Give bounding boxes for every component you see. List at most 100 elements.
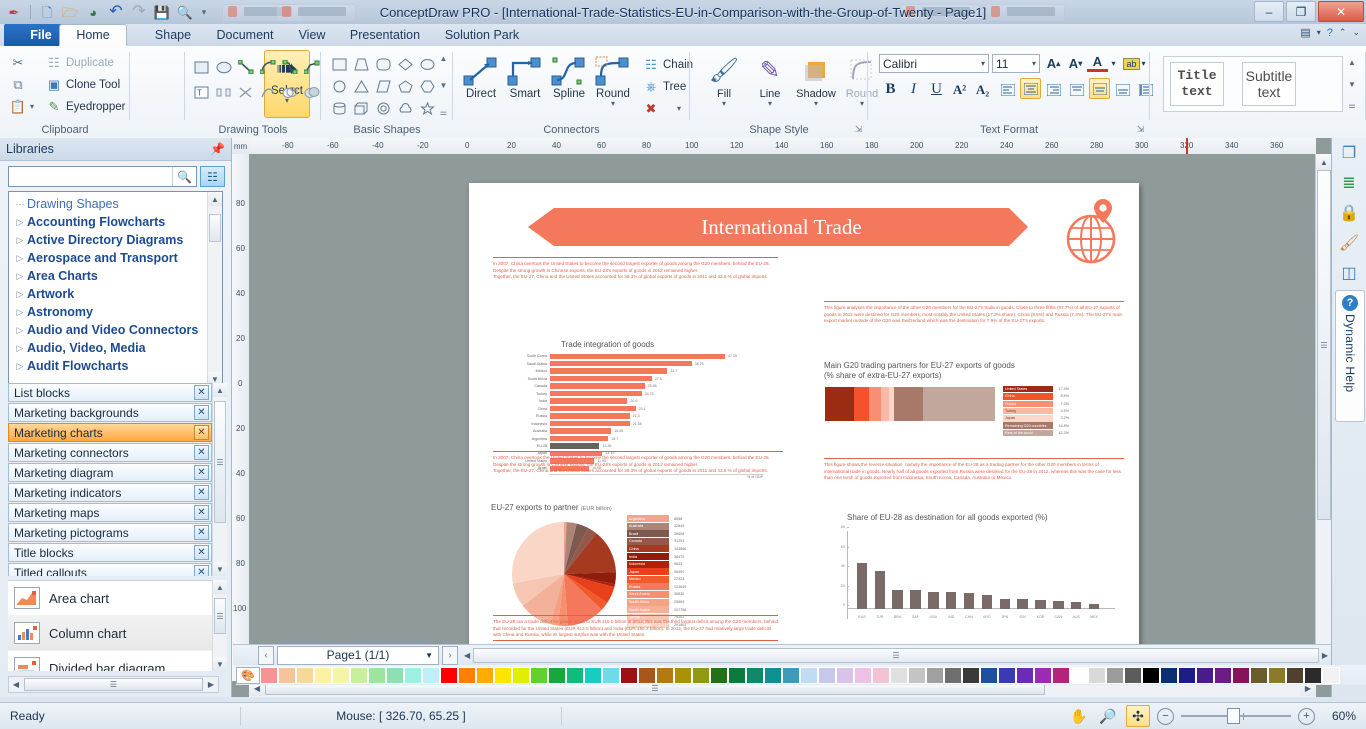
tree-item-accounting-flowcharts[interactable]: ▷ Accounting Flowcharts (13, 213, 208, 231)
dynamic-help-tab[interactable]: ? Dynamic Help (1335, 290, 1365, 422)
color-swatch[interactable] (818, 666, 836, 684)
tab-solution-park[interactable]: Solution Park (420, 24, 544, 46)
library-item-marketing-charts[interactable]: Marketing charts ✕ (8, 423, 212, 442)
connector-spline-button[interactable]: Spline (548, 54, 590, 100)
chart-g20-treemap[interactable] (825, 387, 995, 421)
tree-item-artwork[interactable]: ▷ Artwork (13, 285, 208, 303)
color-swatch[interactable] (332, 666, 350, 684)
chevron-right-icon[interactable]: ▷ (13, 217, 27, 228)
tab-home[interactable]: Home (59, 24, 127, 46)
color-swatch[interactable] (314, 666, 332, 684)
pin-icon[interactable]: 📌 (210, 142, 225, 156)
pagestrip-scroll-thumb[interactable]: ☰ (473, 647, 1319, 663)
color-swatch[interactable] (566, 666, 584, 684)
close-icon[interactable]: ✕ (194, 545, 209, 560)
font-family-chevron-down-icon[interactable]: ▾ (981, 59, 985, 68)
color-swatch[interactable] (980, 666, 998, 684)
color-swatch[interactable] (296, 666, 314, 684)
duplicate-button[interactable]: ☷ Duplicate (46, 55, 114, 71)
page-next-button[interactable]: › (442, 645, 458, 665)
undo-icon[interactable]: ↶ (106, 2, 126, 22)
color-swatch[interactable] (1088, 666, 1106, 684)
tree-scroll-thumb[interactable] (209, 214, 221, 242)
close-icon[interactable]: ✕ (194, 485, 209, 500)
page-prev-button[interactable]: ‹ (258, 645, 274, 665)
bezier-tool-icon[interactable] (279, 55, 300, 79)
hscroll-right-icon[interactable]: ▶ (204, 680, 218, 689)
styles-gallery-scroll[interactable]: ▲ ▼ ⚌ (1345, 58, 1359, 110)
shape-circle-icon[interactable] (329, 76, 350, 97)
shapes-list-scrollbar[interactable]: ▲ ☰ ▼ (212, 580, 227, 671)
polyline-tool-icon[interactable] (301, 55, 322, 79)
zoom-slider-thumb[interactable] (1227, 708, 1240, 724)
close-icon[interactable]: ✕ (194, 525, 209, 540)
connector-round-button[interactable]: Round ▾ (592, 54, 634, 108)
library-item-marketing-pictograms[interactable]: Marketing pictograms ✕ (8, 523, 212, 542)
font-color-dropdown-icon[interactable]: ▾ (1108, 53, 1119, 74)
page-selector[interactable]: Page1 (1/1) ▼ (277, 645, 439, 665)
color-swatch[interactable] (908, 666, 926, 684)
style-title-text[interactable]: Title text (1170, 62, 1224, 106)
paste-button[interactable]: 📋 ▾ (10, 99, 34, 115)
union-tool-icon[interactable] (279, 80, 300, 104)
round-style-dropdown-icon[interactable]: ▾ (860, 100, 864, 108)
color-swatch[interactable] (890, 666, 908, 684)
align-bottom-button[interactable] (1112, 79, 1133, 100)
print-preview-icon[interactable]: 🔍 (175, 2, 195, 22)
chart-eu27-exports-pie[interactable] (509, 519, 619, 629)
close-icon[interactable]: ✕ (194, 465, 209, 480)
fill-button[interactable]: 🖌 Fill ▾ (701, 52, 747, 108)
combine-tool-icon[interactable] (301, 80, 322, 104)
color-swatch[interactable] (458, 666, 476, 684)
color-swatch[interactable] (854, 666, 872, 684)
shapes-scroll-down-icon[interactable]: ▼ (213, 657, 227, 671)
tree-item-area-charts[interactable]: ▷ Area Charts (13, 267, 208, 285)
shape-diamond-icon[interactable] (395, 54, 416, 75)
color-swatch[interactable] (638, 666, 656, 684)
chevron-right-icon[interactable]: ▷ (13, 325, 27, 336)
layers-icon[interactable]: ≣ (1332, 168, 1366, 198)
pagestrip-scroll-right-icon[interactable]: ▶ (1322, 651, 1328, 660)
line-tool-icon[interactable] (235, 55, 256, 79)
palette-tool-icon[interactable]: 🎨 (236, 666, 260, 684)
color-swatch[interactable] (1124, 666, 1142, 684)
connector-smart-button[interactable]: Smart (504, 54, 546, 100)
color-swatch[interactable] (584, 666, 602, 684)
tree-item-audit-flowcharts[interactable]: ▷ Audit Flowcharts (13, 357, 208, 375)
shapes-scroll-up-icon[interactable]: ▲ (440, 54, 448, 63)
shapes-expand-icon[interactable]: ⚌ (440, 108, 447, 117)
shape-item-column-chart[interactable]: Column chart (8, 616, 212, 651)
zoom-tool-icon[interactable]: 🔎 (1097, 706, 1119, 726)
color-swatch[interactable] (278, 666, 296, 684)
library-item-titled-callouts[interactable]: Titled callouts ✕ (8, 563, 212, 576)
chain-button[interactable]: ☷ Chain (643, 57, 693, 73)
chevron-right-icon[interactable]: ▷ (13, 235, 27, 246)
color-swatch[interactable] (1052, 666, 1070, 684)
cut-button[interactable]: ✂ (10, 55, 26, 71)
trim-tool-icon[interactable] (235, 80, 256, 104)
shape-triangle-icon[interactable] (351, 76, 372, 97)
ribbon-expand-icon[interactable]: ⌄ (1352, 27, 1360, 38)
arc-tool-icon[interactable] (257, 55, 278, 79)
basic-shapes-scroll[interactable]: ▲ ▼ ⚌ (437, 54, 450, 117)
styles-scroll-up-icon[interactable]: ▲ (1348, 58, 1356, 67)
canvas-vscroll-thumb[interactable]: ☰ (1317, 170, 1331, 520)
color-swatch[interactable] (926, 666, 944, 684)
fill-dropdown-icon[interactable]: ▾ (722, 100, 726, 108)
ribbon-view-icon[interactable]: ▤ (1300, 26, 1310, 39)
format-painter-icon[interactable]: 🖌 (1332, 228, 1366, 258)
shape-hexagon-icon[interactable] (417, 76, 438, 97)
pen-icon[interactable]: ✒ (4, 2, 24, 22)
maximize-button[interactable]: ❐ (1286, 1, 1316, 22)
library-item-marketing-diagram[interactable]: Marketing diagram ✕ (8, 463, 212, 482)
disconnect-button[interactable]: ✖ ▾ (643, 101, 681, 117)
chevron-right-icon[interactable]: ▷ (13, 361, 27, 372)
pagestrip-scroll-left-icon[interactable]: ◀ (464, 651, 470, 660)
paste-dropdown-icon[interactable]: ▾ (30, 103, 34, 111)
color-swatch[interactable] (1106, 666, 1124, 684)
close-icon[interactable]: ✕ (194, 445, 209, 460)
library-item-marketing-indicators[interactable]: Marketing indicators ✕ (8, 483, 212, 502)
superscript-button[interactable]: A² (949, 79, 970, 100)
color-swatch[interactable] (1142, 666, 1160, 684)
library-item-marketing-maps[interactable]: Marketing maps ✕ (8, 503, 212, 522)
